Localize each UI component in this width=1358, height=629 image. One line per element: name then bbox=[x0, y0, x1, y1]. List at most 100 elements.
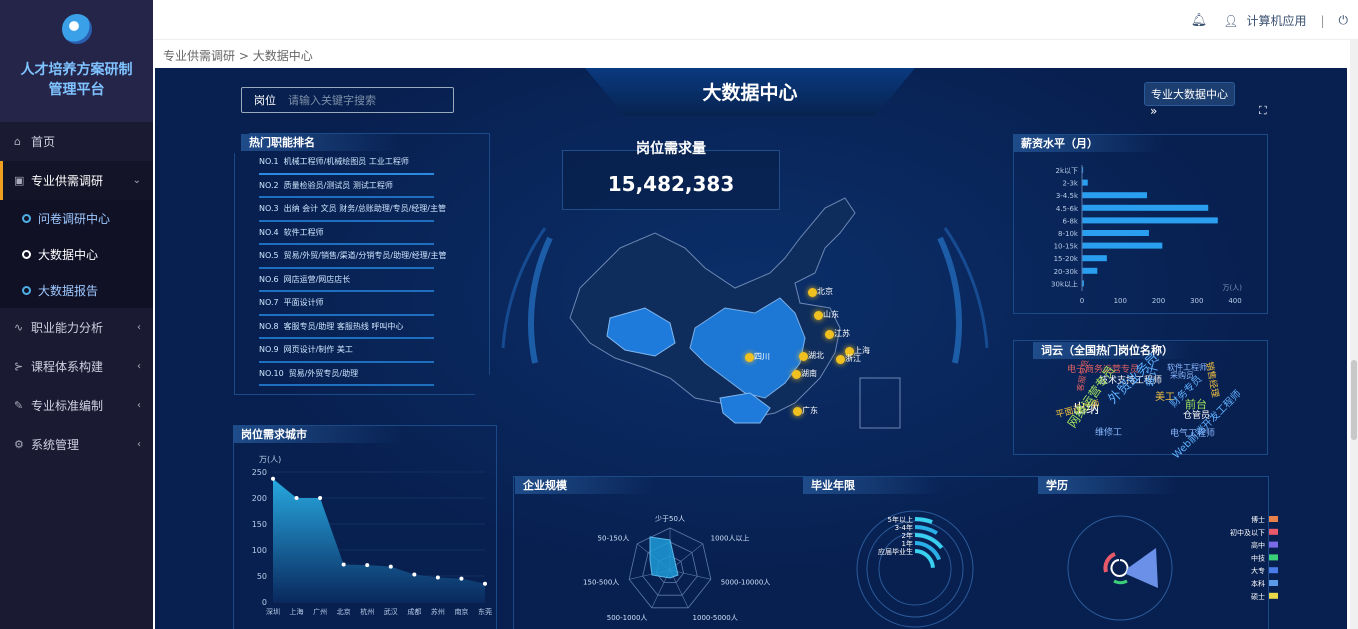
separator: | bbox=[1320, 13, 1325, 28]
app-root: 人才培养方案研制 管理平台 ⌂ 首页 ▣ 专业供需调研 ⌄ 问卷调研中心 大数据中心 大… bbox=[0, 0, 1358, 629]
sidebar-item-supply-demand[interactable]: ▣ 专业供需调研 ⌄ bbox=[0, 161, 153, 200]
city-point bbox=[483, 581, 487, 586]
edu-legend-label: 博士 bbox=[1251, 515, 1265, 524]
map-city-dot[interactable] bbox=[792, 370, 801, 379]
salary-title: 薪资水平（月） bbox=[1013, 135, 1163, 152]
salary-category-label: 20-30k bbox=[1054, 268, 1079, 276]
polar-category-label: 应届毕业生 bbox=[878, 547, 913, 556]
sidebar-item-home[interactable]: ⌂ 首页 bbox=[0, 122, 153, 161]
user-name[interactable]: 计算机应用 bbox=[1246, 12, 1306, 29]
ranking-number: NO.9 bbox=[259, 345, 279, 354]
edu-legend-swatch bbox=[1269, 567, 1278, 574]
ranking-number: NO.3 bbox=[259, 204, 279, 213]
enterprise-radar-chart: 少于50人 1000人以上 5000-10000人 1000-5000人 500-100… bbox=[583, 515, 771, 622]
edu-legend-label: 硕士 bbox=[1251, 592, 1265, 601]
app-title: 人才培养方案研制 管理平台 bbox=[0, 60, 153, 100]
bell-icon[interactable]: 🔔︎ bbox=[1191, 13, 1208, 28]
wordcloud-word[interactable]: 采购员 bbox=[1170, 370, 1194, 381]
city-category-label: 深圳 bbox=[266, 607, 280, 616]
ranking-text: 机械工程师/机械绘图员 工业工程师 bbox=[283, 157, 409, 166]
salary-tick-label: 300 bbox=[1190, 297, 1203, 305]
scrollbar-thumb[interactable] bbox=[1351, 360, 1357, 440]
salary-bar bbox=[1082, 217, 1218, 224]
radar-area bbox=[649, 536, 679, 579]
topbar: 🔔︎ 👤︎ 计算机应用 | ⏻ bbox=[153, 0, 1358, 40]
years-polar-chart: 5年以上3-4年2年1年应届毕业生 bbox=[856, 510, 974, 628]
map-city-label: 北京 bbox=[817, 287, 833, 296]
city-area bbox=[273, 478, 485, 602]
sidebar-subitem-label: 问卷调研中心 bbox=[38, 211, 111, 226]
salary-bar bbox=[1082, 267, 1098, 274]
topbar-actions: 🔔︎ 👤︎ 计算机应用 | ⏻ bbox=[1191, 12, 1348, 29]
salary-category-label: 15-20k bbox=[1054, 255, 1079, 263]
salary-bar bbox=[1082, 255, 1107, 262]
briefcase-icon: ▣ bbox=[14, 174, 25, 187]
map-city-dot[interactable] bbox=[799, 352, 808, 361]
sidebar: 人才培养方案研制 管理平台 ⌂ 首页 ▣ 专业供需调研 ⌄ 问卷调研中心 大数据中心 大… bbox=[0, 0, 153, 629]
sidebar-menu: ⌂ 首页 ▣ 专业供需调研 ⌄ 问卷调研中心 大数据中心 大数据报告 ∿ 职业能力分析 ‹… bbox=[0, 122, 153, 464]
sidebar-item-standard[interactable]: ✎ 专业标准编制 ‹ bbox=[0, 386, 153, 425]
radar-axis-label: 150-500人 bbox=[583, 579, 619, 587]
map-city-dot[interactable] bbox=[836, 355, 845, 364]
map-city-dot[interactable] bbox=[745, 353, 754, 362]
ranking-number: NO.4 bbox=[259, 227, 279, 237]
ranking-number: NO.5 bbox=[259, 251, 279, 260]
salary-bar bbox=[1082, 242, 1163, 249]
city-point bbox=[388, 564, 393, 569]
wordcloud-word[interactable]: 仓管员 bbox=[1183, 408, 1210, 421]
wordcloud-word[interactable]: 维修工 bbox=[1095, 425, 1122, 438]
sidebar-subitem-report[interactable]: 大数据报告 bbox=[0, 272, 153, 308]
circle-icon bbox=[22, 249, 31, 259]
city-tick-label: 200 bbox=[252, 494, 267, 503]
sidebar-subitem-survey[interactable]: 问卷调研中心 bbox=[0, 200, 153, 236]
edu-legend-swatch bbox=[1269, 592, 1278, 599]
city-category-label: 广州 bbox=[313, 607, 327, 616]
search-input[interactable]: 请输入关键字搜索 bbox=[288, 92, 376, 108]
sidebar-item-ability[interactable]: ∿ 职业能力分析 ‹ bbox=[0, 308, 153, 347]
polar-category-label: 3-4年 bbox=[895, 523, 913, 532]
map-city-dot[interactable] bbox=[814, 311, 823, 320]
city-point bbox=[459, 576, 464, 581]
city-point bbox=[341, 562, 346, 567]
ranking-number: NO.10 bbox=[259, 368, 284, 378]
app-title-line1: 人才培养方案研制 bbox=[20, 62, 133, 78]
salary-unit: 万(人) bbox=[1223, 284, 1243, 292]
breadcrumb-current: 大数据中心 bbox=[252, 49, 313, 63]
edu-title: 学历 bbox=[1038, 477, 1178, 494]
rose-slice bbox=[1113, 579, 1128, 585]
sidebar-item-course[interactable]: ⊱ 课程体系构建 ‹ bbox=[0, 347, 153, 386]
map-city-dot[interactable] bbox=[793, 407, 802, 416]
search-box[interactable]: 岗位 请输入关键字搜索 bbox=[241, 87, 454, 113]
ranking-item[interactable]: NO.1 机械工程师/机械绘图员 工业工程师 bbox=[259, 156, 539, 180]
map-city-dot[interactable] bbox=[808, 288, 817, 297]
years-title: 毕业年限 bbox=[803, 477, 943, 494]
radar-axis-label: 少于50人 bbox=[655, 515, 685, 523]
expand-arrows-icon[interactable]: » bbox=[1150, 104, 1157, 118]
radar-axis-label: 500-1000人 bbox=[607, 614, 648, 622]
power-icon[interactable]: ⏻ bbox=[1339, 13, 1349, 28]
home-icon: ⌂ bbox=[14, 135, 21, 148]
ranking-text: 贸易/外贸专员/助理 bbox=[288, 368, 359, 378]
salary-bar bbox=[1082, 230, 1149, 236]
sidebar-subitem-bigdata[interactable]: 大数据中心 bbox=[0, 236, 153, 272]
fullscreen-icon[interactable]: ⛶ bbox=[1259, 104, 1267, 118]
city-category-label: 武汉 bbox=[384, 607, 398, 616]
salary-tick-label: 200 bbox=[1152, 297, 1165, 305]
breadcrumb-parent[interactable]: 专业供需调研 bbox=[163, 49, 235, 63]
demand-title: 岗位需求量 bbox=[636, 141, 706, 157]
polar-category-label: 2年 bbox=[902, 531, 913, 540]
city-category-label: 东莞 bbox=[478, 607, 492, 616]
wordcloud-word[interactable]: 电气工程师 bbox=[1170, 426, 1215, 439]
sidebar-subitem-label: 大数据报告 bbox=[38, 283, 99, 298]
radar-axis-label: 5000-10000人 bbox=[721, 579, 771, 587]
page-scrollbar[interactable] bbox=[1350, 40, 1358, 629]
circle-icon bbox=[22, 213, 31, 223]
map-city-dot[interactable] bbox=[825, 330, 834, 339]
major-bigdata-button[interactable]: 专业大数据中心 bbox=[1144, 82, 1235, 106]
salary-tick-label: 100 bbox=[1114, 297, 1127, 305]
edu-legend-label: 初中及以下 bbox=[1230, 528, 1265, 537]
city-category-label: 成都 bbox=[407, 607, 421, 616]
chevron-left-icon: ‹ bbox=[137, 361, 141, 372]
chevron-down-icon: ⌄ bbox=[132, 175, 141, 186]
sidebar-item-system[interactable]: ⚙ 系统管理 ‹ bbox=[0, 425, 153, 464]
